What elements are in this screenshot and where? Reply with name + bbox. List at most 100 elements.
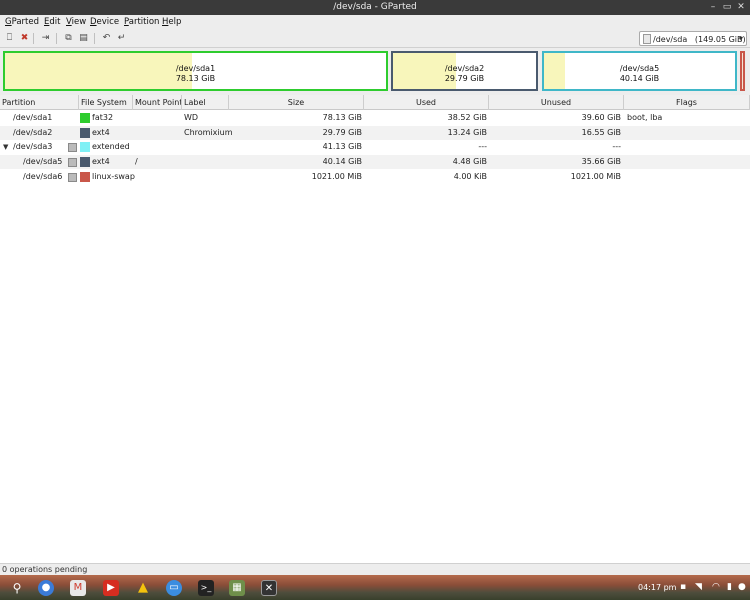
diskmap-label: /dev/sda2 29.79 GiB <box>444 64 485 83</box>
table-row[interactable]: ▼ /dev/sda3 extended 41.13 GiB --- --- <box>0 140 750 154</box>
used-value: 4.48 GiB <box>452 157 487 167</box>
size-value: 29.79 GiB <box>322 127 362 137</box>
table-row[interactable]: /dev/sda6 linux-swap 1021.00 MiB 4.00 KiB 10… <box>0 170 750 184</box>
filesystem-color-swatch <box>80 127 90 138</box>
partition-label: WD <box>184 113 199 122</box>
resize-move-icon[interactable]: ⇥ <box>39 32 52 45</box>
drive-icon[interactable]: ▲ <box>135 580 151 596</box>
disk-map: /dev/sda1 78.13 GiB /dev/sda2 29.79 GiB /d… <box>0 48 750 94</box>
filesystem-color-swatch <box>80 142 90 153</box>
menu-device[interactable]: Device <box>90 17 119 27</box>
files-icon[interactable]: ▭ <box>166 580 182 596</box>
filesystem-color-swatch <box>80 171 90 182</box>
clock[interactable]: 04:17 pm <box>638 583 676 592</box>
undo-icon[interactable]: ↶ <box>100 32 113 45</box>
filesystem: ext4 <box>92 127 110 137</box>
column-header-file-system[interactable]: File System <box>79 95 133 110</box>
used-value: 13.24 GiB <box>447 127 487 137</box>
toolbar-separator <box>56 33 57 44</box>
partition-name: /dev/sda3 <box>13 142 53 152</box>
menu-partition[interactable]: Partition <box>124 17 159 27</box>
avatar[interactable]: ● <box>738 582 746 592</box>
expander-icon[interactable]: ▼ <box>3 140 8 154</box>
terminal-icon[interactable]: >_ <box>198 580 214 596</box>
partition-name: /dev/sda1 <box>13 113 53 122</box>
apply-icon[interactable]: ↵ <box>115 32 128 45</box>
unused-value: 35.66 GiB <box>581 157 621 167</box>
diskmap-partition-sda2[interactable]: /dev/sda2 29.79 GiB <box>391 51 538 91</box>
toolbar: ⎕ ✖ ⇥ ⧉ ▤ ↶ ↵ <box>0 29 750 48</box>
table-row[interactable]: /dev/sda1 fat32 WD 78.13 GiB 38.52 GiB 39.60 … <box>0 111 750 125</box>
column-header-used[interactable]: Used <box>364 95 489 110</box>
menu-gparted[interactable]: GParted <box>5 17 39 27</box>
table-header: Partition File System Mount Point Label … <box>0 95 750 110</box>
new-icon[interactable]: ⎕ <box>3 32 16 45</box>
flags-value: boot, lba <box>627 113 663 122</box>
unused-value: 16.55 GiB <box>581 127 621 137</box>
notification-icon[interactable]: ▪ <box>680 582 686 592</box>
taskbar: ⚲ ● M ▶ ▲ ▭ >_ ▦ ✕ 04:17 pm ▪ ◥ ◠ ▮ ● <box>0 575 750 600</box>
diskmap-label: /dev/sda1 78.13 GiB <box>175 64 216 83</box>
maximize-icon[interactable]: ▭ <box>721 1 733 13</box>
filesystem-color-swatch <box>80 113 90 123</box>
delete-icon[interactable]: ✖ <box>18 32 31 45</box>
wifi-icon[interactable]: ◠ <box>712 582 720 592</box>
minimize-icon[interactable]: – <box>707 1 719 13</box>
gparted-icon[interactable]: ✕ <box>261 580 277 596</box>
size-value: 41.13 GiB <box>322 142 362 152</box>
used-value: 4.00 KiB <box>453 171 487 181</box>
diskmap-partition-sda5[interactable]: /dev/sda5 40.14 GiB <box>542 51 737 91</box>
paste-icon[interactable]: ▤ <box>77 32 90 45</box>
status-bar: 0 operations pending <box>0 563 750 575</box>
lock-icon <box>68 158 77 168</box>
drive-icon <box>643 34 651 44</box>
toolbar-separator <box>94 33 95 44</box>
column-header-size[interactable]: Size <box>229 95 364 110</box>
device-selector[interactable]: /dev/sda (149.05 GiB) ▾ <box>639 31 747 46</box>
column-header-unused[interactable]: Unused <box>489 95 624 110</box>
network-icon[interactable]: ◥ <box>695 582 702 592</box>
diskmap-partition-sda1[interactable]: /dev/sda1 78.13 GiB <box>3 51 388 91</box>
menu-help[interactable]: Help <box>162 17 181 27</box>
column-header-label[interactable]: Label <box>182 95 229 110</box>
filesystem: extended <box>92 142 130 152</box>
unused-value: --- <box>612 142 621 152</box>
column-header-mount-point[interactable]: Mount Point <box>133 95 182 110</box>
diskmap-partition-sda6[interactable] <box>740 51 745 91</box>
partition-name: /dev/sda2 <box>13 127 53 137</box>
device-selector-label: /dev/sda (149.05 GiB) <box>653 35 746 44</box>
column-header-flags[interactable]: Flags <box>624 95 750 110</box>
lock-icon <box>68 143 77 153</box>
close-icon[interactable]: ✕ <box>735 1 747 13</box>
partition-label: Chromixium <box>184 127 233 137</box>
battery-icon[interactable]: ▮ <box>727 582 732 592</box>
chevron-down-icon: ▾ <box>738 34 743 43</box>
diskmap-label: /dev/sda5 40.14 GiB <box>619 64 660 83</box>
mount-point: / <box>135 157 138 167</box>
menu-bar: GParted Edit View Device Partition Help <box>0 15 750 29</box>
partition-name: /dev/sda5 <box>23 157 63 167</box>
menu-edit[interactable]: Edit <box>44 17 60 27</box>
copy-icon[interactable]: ⧉ <box>62 32 75 45</box>
youtube-icon[interactable]: ▶ <box>103 580 119 596</box>
search-icon[interactable]: ⚲ <box>9 580 25 596</box>
unused-value: 1021.00 MiB <box>570 171 621 181</box>
size-value: 1021.00 MiB <box>311 171 362 181</box>
window-title: /dev/sda - GParted <box>333 2 417 12</box>
filesystem: fat32 <box>92 113 114 122</box>
title-bar: /dev/sda - GParted – ▭ ✕ <box>0 0 750 15</box>
used-value: --- <box>478 142 487 152</box>
partition-table: Partition File System Mount Point Label … <box>0 95 750 563</box>
chromium-icon[interactable]: ● <box>38 580 54 596</box>
image-viewer-icon[interactable]: ▦ <box>229 580 245 596</box>
table-row[interactable]: /dev/sda5 ext4 / 40.14 GiB 4.48 GiB 35.66 GiB <box>0 155 750 170</box>
menu-view[interactable]: View <box>66 17 86 27</box>
size-value: 40.14 GiB <box>322 157 362 167</box>
toolbar-separator <box>33 33 34 44</box>
used-value: 38.52 GiB <box>447 113 487 122</box>
column-header-partition[interactable]: Partition <box>0 95 79 110</box>
operations-pending-label: 0 operations pending <box>2 565 88 574</box>
gmail-icon[interactable]: M <box>70 580 86 596</box>
lock-icon <box>68 172 77 182</box>
table-row[interactable]: /dev/sda2 ext4 Chromixium 29.79 GiB 13.24 Gi… <box>0 125 750 140</box>
